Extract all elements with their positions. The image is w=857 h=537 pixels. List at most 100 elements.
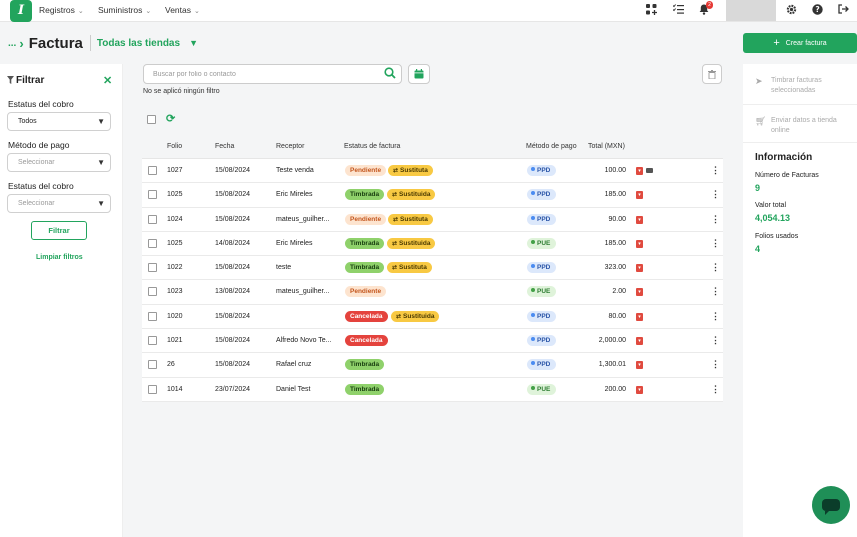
status-badge: Pendiente — [345, 165, 387, 176]
row-checkbox[interactable] — [148, 166, 157, 175]
select-all-checkbox[interactable] — [147, 115, 156, 124]
column-header-total[interactable]: Total (MXN) — [588, 143, 625, 150]
cell-receptor: Rafael cruz — [276, 361, 312, 369]
menu-registros[interactable]: Registros ⌄ — [39, 0, 84, 22]
cell-total: 185.00 — [604, 239, 626, 247]
app-logo[interactable]: I — [10, 0, 32, 22]
logout-icon[interactable] — [836, 4, 850, 18]
apply-filter-button[interactable]: Filtrar — [31, 221, 87, 240]
refresh-icon[interactable]: ⟳ — [166, 112, 175, 125]
more-options-icon[interactable]: ⋮ — [711, 286, 720, 296]
row-checkbox[interactable] — [148, 360, 157, 370]
notification-badge: 2 — [706, 1, 713, 9]
pdf-icon[interactable]: ▾ — [636, 167, 643, 175]
cell-total: 100.00 — [604, 167, 626, 174]
more-options-icon[interactable]: ⋮ — [711, 238, 720, 248]
delete-button[interactable] — [702, 64, 722, 84]
search-icon[interactable] — [384, 67, 396, 81]
invoice-table: Folio Fecha Receptor Estatus de factura … — [142, 137, 723, 402]
apps-icon[interactable] — [644, 4, 658, 18]
row-checkbox[interactable] — [148, 263, 157, 273]
clear-filters-link[interactable]: Limpiar filtros — [36, 254, 83, 261]
task-list-icon[interactable] — [671, 4, 685, 18]
table-row[interactable]: 1024 15/08/2024 mateus_guilher... Pendiente… — [142, 207, 723, 232]
table-row[interactable]: 1020 15/08/2024 CanceladaSustituida PPD 80.0… — [142, 304, 723, 330]
help-icon[interactable]: ? — [810, 4, 824, 18]
store-selector[interactable]: Todas las tiendas — [97, 38, 180, 49]
column-header-receptor[interactable]: Receptor — [276, 143, 304, 150]
user-avatar[interactable] — [726, 0, 776, 21]
notification-bell-icon[interactable]: 2 — [697, 1, 713, 18]
more-options-icon[interactable]: ⋮ — [711, 214, 720, 224]
menu-ventas[interactable]: Ventas ⌄ — [165, 0, 200, 22]
cell-folio: 1025 — [167, 191, 183, 199]
column-header-estatus[interactable]: Estatus de factura — [344, 143, 400, 150]
pdf-icon[interactable]: ▾ — [636, 337, 643, 346]
column-header-metodo[interactable]: Método de pago — [526, 143, 577, 150]
row-checkbox[interactable] — [148, 287, 157, 297]
gear-icon[interactable] — [784, 4, 798, 18]
more-options-icon[interactable]: ⋮ — [711, 359, 720, 369]
column-header-folio[interactable]: Folio — [167, 143, 182, 150]
send-icon: ➤ — [755, 76, 763, 86]
search-input[interactable] — [153, 68, 378, 80]
pdf-icon[interactable]: ▾ — [636, 191, 643, 200]
status-badge: Pendiente — [345, 286, 387, 298]
table-row[interactable]: 26 15/08/2024 Rafael cruz Timbrada PPD 1,300.… — [142, 353, 723, 378]
more-options-icon[interactable]: ⋮ — [711, 189, 720, 199]
more-options-icon[interactable]: ⋮ — [711, 335, 720, 345]
pdf-icon[interactable]: ▾ — [636, 385, 643, 394]
table-row[interactable]: 1021 15/08/2024 Alfredo Novo Te... Cancelad… — [142, 329, 723, 354]
payment-status-select[interactable]: Todos ▼ — [7, 112, 111, 131]
stat-value: 9 — [755, 183, 761, 193]
table-row[interactable]: 1014 23/07/2024 Daniel Test Timbrada PUE 200.… — [142, 377, 723, 402]
calendar-button[interactable] — [408, 64, 430, 84]
payment-method-badge: PUE — [527, 237, 557, 249]
table-row[interactable]: 1025 15/08/2024 Eric Mireles TimbradaSustit… — [142, 183, 723, 208]
create-invoice-button[interactable]: + Crear factura — [743, 33, 857, 53]
row-checkbox[interactable] — [148, 311, 157, 321]
row-checkbox[interactable] — [148, 238, 157, 248]
table-row[interactable]: 1025 14/08/2024 Eric Mireles TimbradaSustit… — [142, 231, 723, 257]
caret-down-icon[interactable]: ▼ — [189, 38, 198, 48]
menu-suministros[interactable]: Suministros ⌄ — [98, 0, 151, 22]
pdf-icon[interactable]: ▾ — [636, 215, 643, 224]
cell-folio: 1020 — [167, 312, 183, 320]
cell-total: 200.00 — [604, 385, 626, 393]
row-checkbox[interactable] — [148, 336, 157, 346]
row-checkbox[interactable] — [148, 384, 157, 394]
chevron-down-icon: ⌄ — [194, 8, 200, 15]
pdf-icon[interactable]: ▾ — [636, 288, 643, 297]
breadcrumb-ellipsis[interactable]: ... — [8, 38, 16, 49]
cell-total: 1,300.01 — [598, 361, 626, 369]
status-badge: Sustituta — [387, 262, 432, 274]
cell-folio: 1027 — [167, 167, 183, 174]
pdf-icon[interactable]: ▾ — [636, 264, 643, 273]
pdf-icon[interactable]: ▾ — [636, 361, 643, 370]
payment-status-select-2[interactable]: Seleccionar ▼ — [7, 194, 111, 213]
payment-method-select[interactable]: Seleccionar ▼ — [7, 153, 111, 172]
more-options-icon[interactable]: ⋮ — [711, 311, 720, 321]
funnel-icon — [7, 76, 14, 84]
row-checkbox[interactable] — [148, 190, 157, 200]
table-row[interactable]: 1023 13/08/2024 mateus_guilher... Pendiente… — [142, 280, 723, 305]
more-options-icon[interactable]: ⋮ — [711, 165, 720, 175]
column-header-fecha[interactable]: Fecha — [215, 143, 234, 150]
chat-button[interactable] — [812, 486, 850, 524]
filter-sidebar: Filtrar ✕ Estatus del cobro Todos ▼ Méto… — [0, 64, 123, 537]
row-checkbox[interactable] — [148, 214, 157, 224]
more-options-icon[interactable]: ⋮ — [711, 262, 720, 272]
chevron-down-icon: ⌄ — [77, 8, 84, 15]
cell-receptor: mateus_guilher... — [276, 215, 330, 223]
filter-status-text: No se aplicó ningún filtro — [143, 88, 220, 95]
table-row[interactable]: 1022 15/08/2024 teste TimbradaSustituta PPD 3… — [142, 256, 723, 281]
table-row[interactable]: 1027 15/08/2024 Teste venda PendienteSustit… — [142, 159, 723, 184]
more-options-icon[interactable]: ⋮ — [711, 384, 720, 394]
mail-icon[interactable] — [646, 168, 653, 173]
stamp-invoices-action[interactable]: ➤ Timbrar facturas seleccionadas — [755, 76, 822, 96]
pdf-icon[interactable]: ▾ — [636, 239, 643, 248]
pdf-icon[interactable]: ▾ — [636, 312, 643, 321]
send-to-store-action[interactable]: 🛒︎ Enviar datos a tienda online — [755, 116, 837, 136]
close-icon[interactable]: ✕ — [103, 74, 112, 87]
trash-icon — [708, 69, 716, 79]
